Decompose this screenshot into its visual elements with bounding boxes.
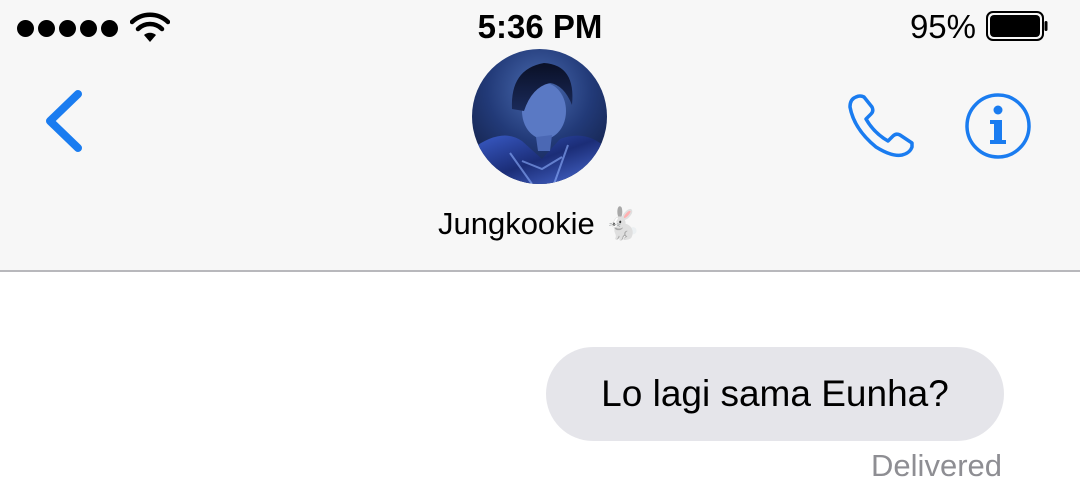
- conversation-header: 5:36 PM 95% Jungkookie 🐇: [0, 0, 1080, 271]
- status-bar: 5:36 PM 95%: [0, 0, 1080, 54]
- delivery-status: Delivered: [871, 448, 1002, 483]
- phone-icon[interactable]: [842, 89, 918, 161]
- battery-icon: [986, 11, 1048, 41]
- battery-percentage: 95%: [909, 8, 976, 45]
- contact-avatar[interactable]: [472, 49, 607, 184]
- info-icon[interactable]: [962, 90, 1034, 162]
- header-divider: [0, 270, 1080, 272]
- avatar-portrait: [472, 63, 607, 184]
- back-button[interactable]: [38, 82, 92, 160]
- contact-name[interactable]: Jungkookie 🐇: [0, 204, 1080, 244]
- message-bubble[interactable]: Lo lagi sama Eunha?: [546, 347, 1004, 441]
- messages-screen: 5:36 PM 95% Jungkookie 🐇 Lo lagi sama Eu…: [0, 0, 1080, 501]
- message-text: Lo lagi sama Eunha?: [601, 373, 949, 414]
